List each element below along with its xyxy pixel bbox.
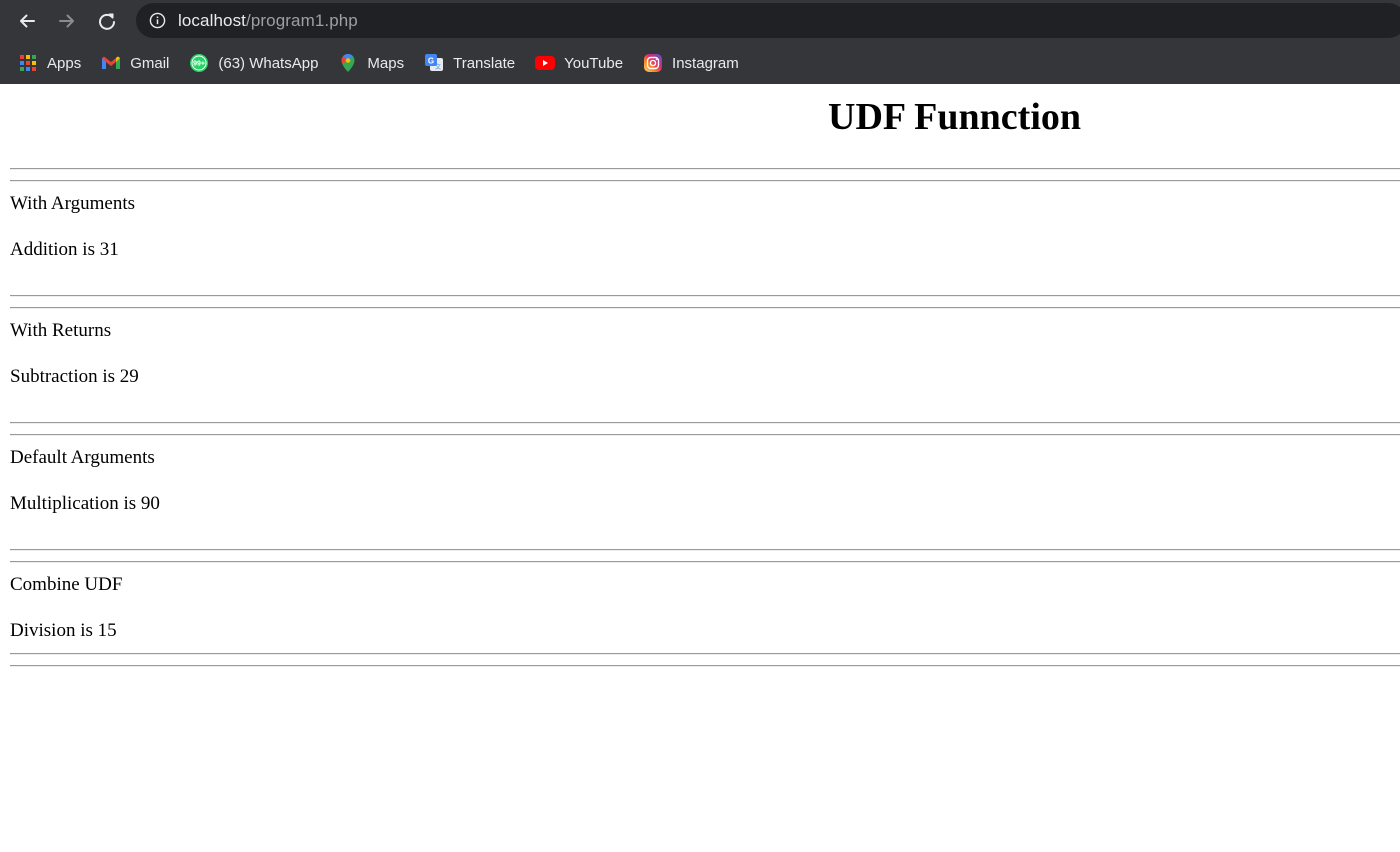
horizontal-rule	[10, 307, 1400, 309]
browser-chrome: localhost/program1.php Apps Gmail 99+ (6…	[0, 0, 1400, 84]
site-info-icon[interactable]	[148, 12, 166, 30]
bookmarks-bar: Apps Gmail 99+ (63) WhatsApp Maps G 文 Tr…	[0, 42, 1400, 84]
url-path: /program1.php	[246, 10, 358, 30]
navigation-bar: localhost/program1.php	[0, 0, 1400, 42]
section-result: Addition is 31	[10, 239, 119, 260]
bookmark-instagram[interactable]: Instagram	[643, 49, 739, 77]
horizontal-rule	[10, 434, 1400, 436]
bookmark-translate[interactable]: G 文 Translate	[424, 49, 515, 77]
section-heading: Default Arguments	[10, 447, 155, 468]
svg-text:G: G	[428, 57, 434, 66]
horizontal-rule	[10, 422, 1400, 424]
bookmark-label: Gmail	[130, 54, 170, 72]
url-text[interactable]: localhost/program1.php	[178, 11, 358, 31]
bookmark-label: Instagram	[672, 54, 739, 72]
horizontal-rule	[10, 653, 1400, 655]
bookmark-label: (63) WhatsApp	[218, 54, 319, 72]
gmail-icon	[101, 53, 121, 73]
bookmark-label: Translate	[453, 54, 516, 72]
youtube-icon	[535, 53, 556, 73]
reload-button[interactable]	[94, 8, 120, 34]
arrow-left-icon	[20, 14, 35, 28]
horizontal-rule	[10, 665, 1400, 667]
section-result: Multiplication is 90	[10, 493, 160, 514]
notification-badge: 99+	[193, 61, 205, 68]
section-result: Division is 15	[10, 620, 117, 641]
bookmark-gmail[interactable]: Gmail	[101, 49, 169, 77]
svg-text:文: 文	[435, 63, 441, 71]
bookmark-maps[interactable]: Maps	[338, 49, 404, 77]
instagram-icon	[643, 53, 663, 73]
section-heading: With Arguments	[10, 193, 136, 214]
horizontal-rule	[10, 549, 1400, 551]
maps-pin-icon	[338, 53, 358, 73]
arrow-right-icon	[59, 14, 74, 28]
bookmark-youtube[interactable]: YouTube	[535, 49, 623, 77]
bookmark-label: YouTube	[564, 54, 624, 72]
apps-grid-icon	[18, 53, 38, 73]
section-heading: Combine UDF	[10, 574, 123, 595]
translate-icon: G 文	[424, 53, 444, 73]
section-result: Subtraction is 29	[10, 366, 139, 387]
page-title: UDF Funnction	[828, 96, 1082, 138]
horizontal-rule	[10, 168, 1400, 170]
bookmark-apps[interactable]: Apps	[18, 49, 81, 77]
bookmark-label: Apps	[47, 54, 82, 72]
bookmark-whatsapp[interactable]: 99+ (63) WhatsApp	[189, 49, 318, 77]
forward-button[interactable]	[54, 8, 80, 34]
url-host: localhost	[178, 10, 246, 30]
whatsapp-icon: 99+	[189, 53, 209, 73]
reload-icon	[99, 13, 115, 30]
horizontal-rule	[10, 561, 1400, 563]
horizontal-rule	[10, 295, 1400, 297]
section-heading: With Returns	[10, 320, 112, 341]
bookmark-label: Maps	[367, 54, 405, 72]
back-button[interactable]	[14, 8, 40, 34]
horizontal-rule	[10, 180, 1400, 182]
address-bar[interactable]: localhost/program1.php	[136, 3, 1400, 38]
